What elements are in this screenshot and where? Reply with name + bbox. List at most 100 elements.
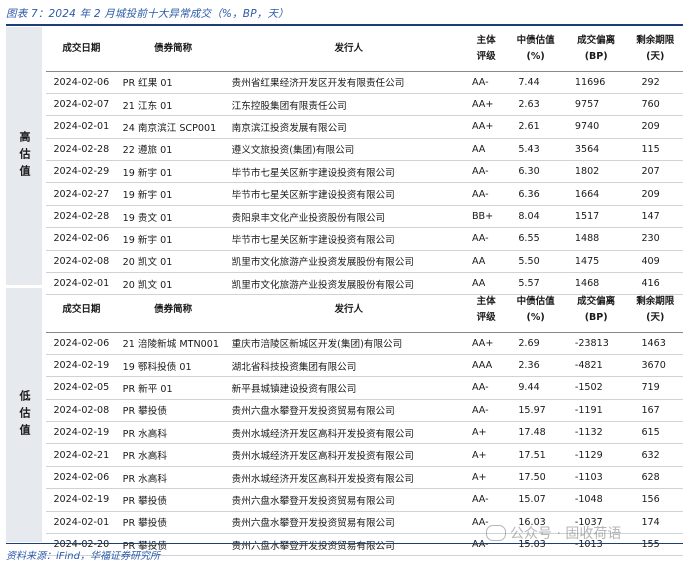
- high-valuation-section: 高估值 成交日期 债券简称 发行人 主体 评级 中债估值 (%) 成交偏离 (BP) …: [6, 27, 683, 295]
- figure-title: 图表 7：2024 年 2 月城投前十大异常成交（%，BP，天）: [6, 8, 289, 20]
- cell-date: 2024-02-05: [53, 382, 110, 394]
- cell-deviation: -1129: [574, 449, 603, 461]
- cell-deviation: 3564: [574, 143, 600, 155]
- cell-valuation: 17.51: [518, 449, 546, 461]
- header-valuation-line1: 中债估值: [516, 295, 555, 307]
- header-issuer: 发行人: [334, 42, 364, 54]
- cell-deviation: 9740: [574, 121, 600, 133]
- table-row: 2024-02-07 21 江东 01 江东控股集团有限责任公司 AA+ 2.63 975…: [46, 93, 683, 116]
- cell-deviation: -1103: [574, 472, 603, 484]
- header-bond: 债券简称: [154, 303, 193, 315]
- cell-deviation: -1191: [574, 404, 603, 416]
- cell-bond: 19 贵文 01: [122, 212, 173, 224]
- table-row: 2024-02-01 24 南京滨江 SCP001 南京滨江投资发展有限公司 AA+ 2…: [46, 116, 683, 139]
- table-row: 2024-02-28 22 遵旅 01 遵义文旅投资(集团)有限公司 AA 5.43 35…: [46, 138, 683, 161]
- cell-issuer: 毕节市七星关区新宇建设投资有限公司: [231, 234, 395, 246]
- cell-remaining: 147: [641, 211, 660, 223]
- header-valuation: 中债估值 (%): [506, 288, 565, 332]
- cell-remaining: 632: [641, 449, 660, 461]
- cell-date: 2024-02-07: [53, 99, 110, 111]
- table-row: 2024-02-28 19 贵文 01 贵阳泉丰文化产业投资股份有限公司 BB+ 8.0…: [46, 205, 683, 228]
- cell-bond: 19 新宇 01: [122, 167, 173, 179]
- cell-deviation: -1132: [574, 427, 603, 439]
- header-bond: 债券简称: [154, 42, 193, 54]
- cell-date: 2024-02-28: [53, 143, 110, 155]
- cell-date: 2024-02-01: [53, 121, 110, 133]
- cell-rating: AA-: [471, 233, 489, 245]
- header-deviation: 成交偏离 (BP): [565, 27, 628, 71]
- header-remaining-line1: 剩余期限: [636, 295, 675, 307]
- table-row: 2024-02-29 19 新宇 01 毕节市七星关区新宇建设投资有限公司 AA- 6.…: [46, 161, 683, 183]
- low-valuation-label: 低估值: [18, 389, 31, 441]
- cell-bond: PR 新平 01: [122, 383, 173, 395]
- cell-valuation: 9.44: [518, 382, 540, 394]
- cell-bond: 19 新宇 01: [122, 190, 173, 202]
- header-deviation-line1: 成交偏离: [577, 34, 616, 46]
- cell-valuation: 6.55: [518, 233, 540, 245]
- low-valuation-section: 低估值 成交日期 债券简称 发行人 主体 评级 中债估值 (%) 成交偏离 (BP) …: [6, 288, 683, 556]
- cell-remaining: 174: [641, 516, 660, 528]
- cell-rating: A+: [471, 472, 487, 484]
- cell-deviation: 1488: [574, 233, 600, 245]
- source-note: 资料来源：iFind，华福证券研究所: [6, 551, 160, 562]
- table-header-row: 成交日期 债券简称 发行人 主体 评级 中债估值 (%) 成交偏离 (BP) 剩余期限…: [46, 288, 683, 332]
- wechat-icon: [486, 525, 506, 541]
- cell-remaining: 1463: [641, 337, 666, 349]
- cell-rating: AAA: [471, 360, 493, 372]
- cell-rating: AA+: [471, 99, 494, 111]
- cell-rating: AA+: [471, 337, 494, 349]
- cell-bond: 20 凯文 01: [122, 257, 173, 269]
- watermark-text: 公众号 · 固收荷语: [510, 526, 622, 542]
- header-rating-line2: 评级: [476, 311, 496, 323]
- cell-remaining: 155: [641, 539, 660, 551]
- table-row: 2024-02-19 PR 攀投债 贵州六盘水攀登开发投资贸易有限公司 AA- 15.0…: [46, 489, 683, 512]
- watermark: 公众号 · 固收荷语: [486, 523, 621, 543]
- header-date: 成交日期: [62, 42, 101, 54]
- cell-bond: 24 南京滨江 SCP001: [122, 122, 217, 134]
- cell-bond: PR 红果 01: [122, 78, 173, 90]
- cell-valuation: 2.61: [518, 121, 540, 133]
- cell-date: 2024-02-06: [53, 233, 110, 245]
- cell-issuer: 贵州水城经济开发区高科开发投资有限公司: [231, 473, 414, 485]
- table-header-row: 成交日期 债券简称 发行人 主体 评级 中债估值 (%) 成交偏离 (BP) 剩余期限…: [46, 27, 683, 71]
- cell-issuer: 贵州省红果经济开发区开发有限责任公司: [231, 78, 405, 90]
- cell-remaining: 3670: [641, 360, 666, 372]
- cell-issuer: 贵州水城经济开发区高科开发投资有限公司: [231, 451, 414, 463]
- header-deviation-line1: 成交偏离: [577, 295, 616, 307]
- cell-issuer: 贵州六盘水攀登开发投资贸易有限公司: [231, 495, 395, 507]
- table-row: 2024-02-06 PR 红果 01 贵州省红果经济开发区开发有限责任公司 AA- 7…: [46, 71, 683, 94]
- cell-valuation: 5.43: [518, 143, 540, 155]
- cell-issuer: 贵州水城经济开发区高科开发投资有限公司: [231, 428, 414, 440]
- table-row: 2024-02-05 PR 新平 01 新平县城镇建设投资有限公司 AA- 9.44 -1…: [46, 377, 683, 400]
- cell-rating: AA: [471, 143, 486, 155]
- table-row: 2024-02-06 PR 水高科 贵州水城经济开发区高科开发投资有限公司 A+ 17.…: [46, 466, 683, 489]
- cell-date: 2024-02-28: [53, 211, 110, 223]
- cell-valuation: 8.04: [518, 211, 540, 223]
- cell-issuer: 湖北省科技投资集团有限公司: [231, 361, 357, 373]
- bottom-rule: [6, 543, 683, 544]
- table-row: 2024-02-08 PR 攀投债 贵州六盘水攀登开发投资贸易有限公司 AA- 15.9…: [46, 399, 683, 422]
- header-deviation: 成交偏离 (BP): [565, 288, 628, 332]
- header-rating-line2: 评级: [476, 50, 496, 62]
- cell-issuer: 凯里市文化旅游产业投资发展股份有限公司: [231, 257, 414, 269]
- cell-remaining: 719: [641, 382, 660, 394]
- cell-issuer: 毕节市七星关区新宇建设投资有限公司: [231, 167, 395, 179]
- header-deviation-line2: (BP): [584, 311, 608, 323]
- cell-date: 2024-02-08: [53, 404, 110, 416]
- cell-issuer: 贵州六盘水攀登开发投资贸易有限公司: [231, 406, 395, 418]
- cell-rating: BB+: [471, 211, 494, 223]
- cell-rating: AA-: [471, 382, 489, 394]
- cell-rating: AA-: [471, 76, 489, 88]
- table-row: 2024-02-21 PR 水高科 贵州水城经济开发区高科开发投资有限公司 A+ 17.…: [46, 444, 683, 467]
- cell-remaining: 156: [641, 494, 660, 506]
- cell-bond: PR 水高科: [122, 428, 167, 440]
- table-row: 2024-02-08 20 凯文 01 凯里市文化旅游产业投资发展股份有限公司 AA 5…: [46, 250, 683, 273]
- cell-date: 2024-02-01: [53, 516, 110, 528]
- cell-rating: A+: [471, 427, 487, 439]
- cell-date: 2024-02-19: [53, 427, 110, 439]
- cell-bond: PR 攀投债: [122, 518, 167, 530]
- table-row: 2024-02-19 PR 水高科 贵州水城经济开发区高科开发投资有限公司 A+ 17.…: [46, 422, 683, 444]
- cell-deviation: -4821: [574, 360, 603, 372]
- header-remaining-line1: 剩余期限: [636, 34, 675, 46]
- header-issuer: 发行人: [334, 303, 364, 315]
